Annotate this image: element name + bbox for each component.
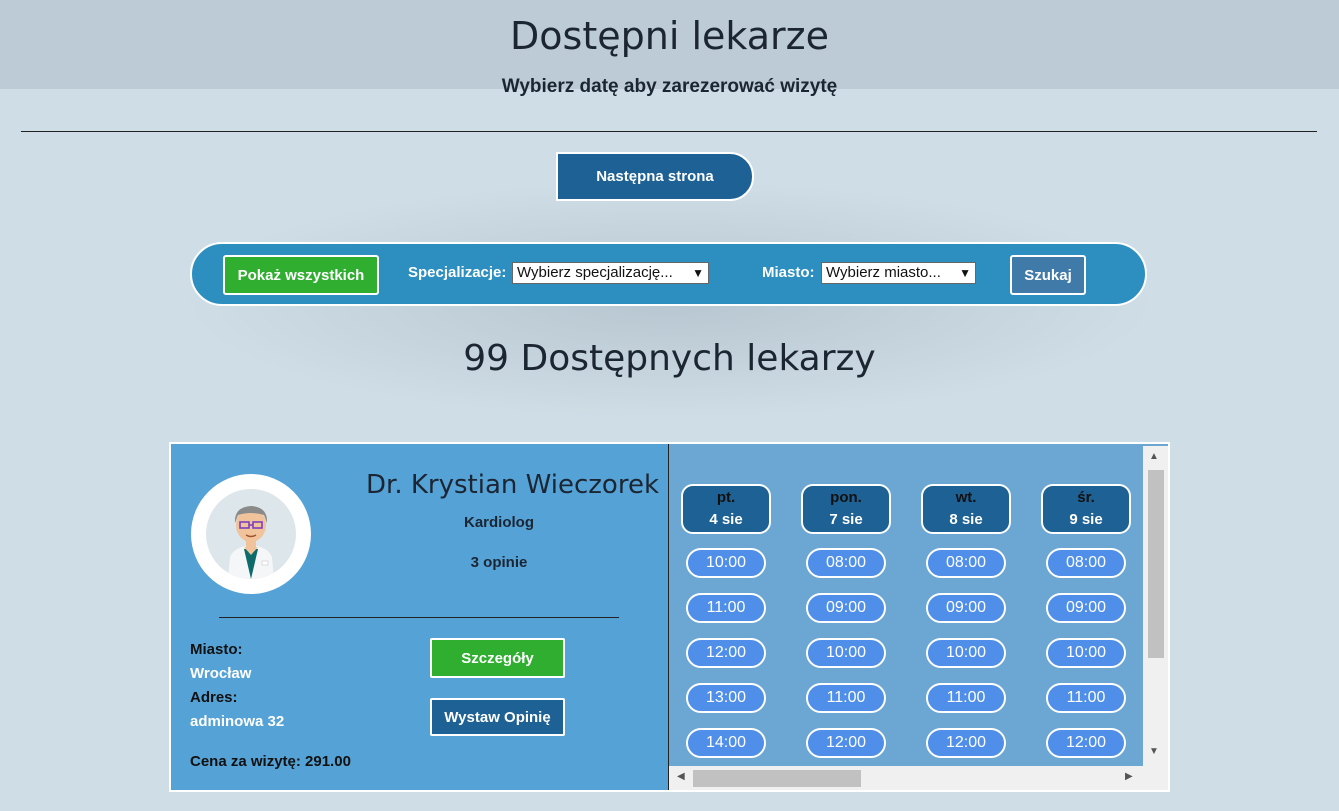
city-select[interactable]: Wybierz miasto... ▼ [821,262,976,284]
day-column: pon. 7 sie 08:00 09:00 10:00 11:00 12:00 [801,484,891,758]
doctor-avatar [191,474,311,594]
day-name: pon. [830,489,862,506]
vertical-scrollbar[interactable]: ▲ ▼ [1143,446,1168,766]
time-slot-button[interactable]: 08:00 [806,548,886,578]
day-date: 9 sie [1069,511,1103,528]
scroll-left-icon[interactable]: ◀ [677,771,685,782]
time-slot-button[interactable]: 12:00 [686,638,766,668]
day-date: 8 sie [949,511,983,528]
vertical-scroll-thumb[interactable] [1148,470,1164,658]
time-slot-button[interactable]: 11:00 [1046,683,1126,713]
day-header: wt. 8 sie [921,484,1011,534]
search-button[interactable]: Szukaj [1010,255,1086,295]
next-page-button[interactable]: Następna strona [556,152,754,201]
time-slot-button[interactable]: 11:00 [926,683,1006,713]
time-slot-button[interactable]: 13:00 [686,683,766,713]
time-slot-button[interactable]: 08:00 [1046,548,1126,578]
address-info-value: adminowa 32 [190,713,285,730]
specialization-label: Specjalizacje: [408,264,507,281]
day-date: 7 sie [829,511,863,528]
doctor-reviews-count: 3 opinie [470,554,528,571]
specialization-select-value: Wybierz specjalizację... [517,264,673,281]
doctor-name: Dr. Krystian Wieczorek [366,470,659,500]
time-slot-button[interactable]: 10:00 [1046,638,1126,668]
city-select-value: Wybierz miasto... [826,264,941,281]
time-slot-button[interactable]: 12:00 [926,728,1006,758]
page-title: Dostępni lekarze [510,14,829,58]
horizontal-scrollbar[interactable]: ◀ ▶ [669,766,1143,790]
time-slot-button[interactable]: 09:00 [926,593,1006,623]
time-slot-button[interactable]: 10:00 [926,638,1006,668]
city-label: Miasto: [762,264,815,281]
results-count: 99 Dostępnych lekarzy [463,338,876,379]
doctor-specialization: Kardiolog [464,514,534,531]
day-column: pt. 4 sie 10:00 11:00 12:00 13:00 14:00 [681,484,771,758]
time-slot-button[interactable]: 10:00 [806,638,886,668]
day-header: śr. 9 sie [1041,484,1131,534]
write-review-button[interactable]: Wystaw Opinię [430,698,565,736]
day-header: pt. 4 sie [681,484,771,534]
card-divider [219,617,619,618]
time-slot-button[interactable]: 14:00 [686,728,766,758]
scrollbar-corner [1143,766,1168,790]
time-slot-button[interactable]: 09:00 [806,593,886,623]
city-info-value: Wrocław [190,665,252,682]
show-all-button[interactable]: Pokaż wszystkich [223,255,379,295]
scroll-down-icon[interactable]: ▼ [1149,746,1159,757]
day-column: śr. 9 sie 08:00 09:00 10:00 11:00 12:00 [1041,484,1131,758]
doctor-card: Dr. Krystian Wieczorek Kardiolog 3 opini… [169,442,1170,792]
day-header: pon. 7 sie [801,484,891,534]
doctor-info-panel: Dr. Krystian Wieczorek Kardiolog 3 opini… [171,444,669,790]
schedule-panel: pt. 4 sie 10:00 11:00 12:00 13:00 14:00 … [669,444,1168,790]
time-slot-button[interactable]: 09:00 [1046,593,1126,623]
time-slot-button[interactable]: 10:00 [686,548,766,578]
details-button[interactable]: Szczegóły [430,638,565,678]
time-slot-button[interactable]: 08:00 [926,548,1006,578]
address-info-label: Adres: [190,689,238,706]
chevron-down-icon: ▼ [692,266,704,280]
city-info-label: Miasto: [190,641,243,658]
doctor-avatar-icon [206,489,296,579]
visit-price: Cena za wizytę: 291.00 [190,753,351,770]
chevron-down-icon: ▼ [959,266,971,280]
time-slot-button[interactable]: 11:00 [686,593,766,623]
day-date: 4 sie [709,511,743,528]
time-slot-button[interactable]: 11:00 [806,683,886,713]
day-column: wt. 8 sie 08:00 09:00 10:00 11:00 12:00 [921,484,1011,758]
time-slot-button[interactable]: 12:00 [1046,728,1126,758]
time-slot-button[interactable]: 12:00 [806,728,886,758]
filter-bar: Pokaż wszystkich Specjalizacje: Wybierz … [190,242,1147,306]
day-name: wt. [955,489,977,506]
scroll-up-icon[interactable]: ▲ [1149,451,1159,462]
page-subtitle: Wybierz datę aby zarezerować wizytę [501,76,838,97]
day-name: śr. [1077,489,1095,506]
scroll-right-icon[interactable]: ▶ [1125,771,1133,782]
specialization-select[interactable]: Wybierz specjalizację... ▼ [512,262,709,284]
horizontal-scroll-thumb[interactable] [693,770,861,787]
header-divider [21,131,1317,132]
day-name: pt. [716,489,736,506]
